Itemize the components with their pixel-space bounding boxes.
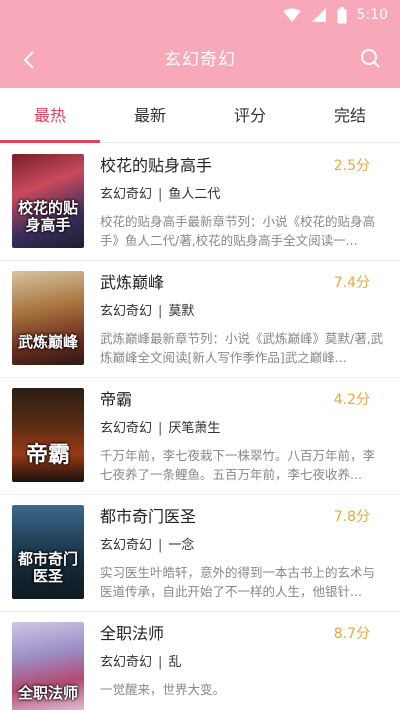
book-score: 4.2分 [333, 392, 370, 408]
book-description: 千万年前，李七夜栽下一株翠竹。八百万年前，李七夜养了一条鲤鱼。五百万年前，李七夜… [100, 448, 376, 482]
search-icon [361, 49, 380, 68]
book-author: 莫默 [168, 304, 195, 319]
book-meta: 玄幻奇幻 | 一念 [100, 537, 194, 555]
book-description: 武炼巅峰最新章节列：小说《武炼巅峰》莫默/著,武炼巅峰全文阅读[新人写作季作品]… [100, 331, 384, 365]
book-meta: 玄幻奇幻 | 莫默 [100, 303, 194, 321]
book-title: 帝霸 [100, 390, 133, 409]
book-category: 玄幻奇幻 [100, 421, 153, 436]
book-title: 全职法师 [100, 624, 165, 643]
book-cover: 校花的贴身高手 [12, 154, 84, 248]
cover-title: 帝霸 [25, 443, 70, 468]
search-button[interactable] [356, 44, 386, 74]
title-bar: 玄幻奇幻 [0, 32, 400, 88]
book-category: 玄幻奇幻 [100, 538, 153, 553]
book-cover: 帝霸 [12, 388, 84, 482]
page-title: 玄幻奇幻 [164, 50, 236, 70]
book-item[interactable]: 武炼巅峰 武炼巅峰 7.4分 玄幻奇幻 | 莫默 武炼巅峰最新章节列：小说《武炼巅峰… [0, 261, 400, 378]
book-author: 乱 [168, 655, 182, 670]
book-author: 鱼人二代 [168, 187, 221, 202]
book-author: 一念 [168, 538, 195, 553]
book-item[interactable]: 都市奇门医圣 都市奇门医圣 7.8分 玄幻奇幻 | 一念 实习医生叶皓轩，意外的得到… [0, 495, 400, 612]
status-time: 5:10 [356, 7, 388, 23]
wifi-icon [283, 8, 301, 22]
book-author: 厌笔萧生 [168, 421, 221, 436]
meta-separator: | [158, 421, 163, 436]
book-list: 校花的贴身高手 校花的贴身高手 2.5分 玄幻奇幻 | 鱼人二代 校花的贴身高手最新… [0, 144, 400, 710]
book-category: 玄幻奇幻 [100, 187, 153, 202]
book-title: 武炼巅峰 [100, 273, 165, 292]
category-tabs: 最热 最新 评分 完结 [0, 88, 400, 143]
tab-hottest[interactable]: 最热 [0, 88, 100, 143]
tab-rating[interactable]: 评分 [200, 88, 300, 142]
meta-separator: | [158, 655, 163, 670]
cover-title: 校花的贴身高手 [17, 199, 78, 234]
book-category: 玄幻奇幻 [100, 655, 153, 670]
book-category: 玄幻奇幻 [100, 304, 153, 319]
book-cover: 武炼巅峰 [12, 271, 84, 365]
cover-title: 都市奇门医圣 [17, 550, 78, 585]
cover-title: 全职法师 [17, 684, 78, 702]
book-meta: 玄幻奇幻 | 鱼人二代 [100, 186, 220, 204]
meta-separator: | [158, 538, 163, 553]
tab-newest[interactable]: 最新 [100, 88, 200, 142]
book-score: 7.4分 [333, 275, 370, 291]
battery-icon [337, 6, 347, 23]
book-cover: 全职法师 [12, 622, 84, 710]
cover-title: 武炼巅峰 [17, 333, 78, 351]
status-bar: 5:10 [0, 0, 400, 32]
book-title: 都市奇门医圣 [100, 507, 197, 526]
book-score: 7.8分 [333, 509, 370, 525]
book-score: 8.7分 [333, 626, 370, 642]
status-icons: 5:10 [283, 6, 388, 24]
book-description: 一觉醒来，世界大变。 [100, 682, 226, 697]
book-description: 校花的贴身高手最新章节列：小说《校花的贴身高手》鱼人二代/著,校花的贴身高手全文… [100, 214, 376, 248]
book-item[interactable]: 全职法师 全职法师 8.7分 玄幻奇幻 | 乱 一觉醒来，世界大变。 [0, 612, 400, 710]
signal-icon [311, 8, 326, 22]
book-item[interactable]: 校花的贴身高手 校花的贴身高手 2.5分 玄幻奇幻 | 鱼人二代 校花的贴身高手最新… [0, 144, 400, 261]
book-item[interactable]: 帝霸 帝霸 4.2分 玄幻奇幻 | 厌笔萧生 千万年前，李七夜栽下一株翠竹。八百万年… [0, 378, 400, 495]
meta-separator: | [158, 187, 163, 202]
book-title: 校花的贴身高手 [100, 156, 213, 175]
book-meta: 玄幻奇幻 | 乱 [100, 654, 181, 672]
meta-separator: | [158, 304, 163, 319]
book-cover: 都市奇门医圣 [12, 505, 84, 599]
book-meta: 玄幻奇幻 | 厌笔萧生 [100, 420, 220, 438]
tab-completed[interactable]: 完结 [300, 88, 400, 142]
book-description: 实习医生叶皓轩，意外的得到一本古书上的玄术与医道传承，自此开始了不一样的人生，他… [100, 565, 376, 599]
book-score: 2.5分 [333, 158, 370, 174]
